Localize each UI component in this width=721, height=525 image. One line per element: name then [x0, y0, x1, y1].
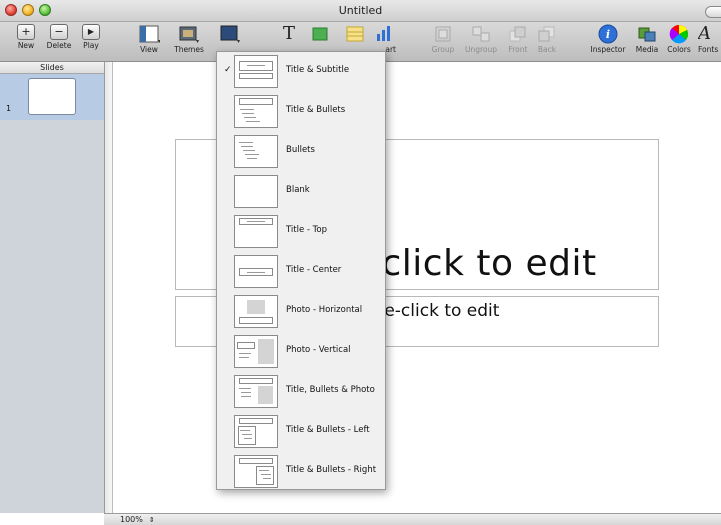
text-icon: T	[282, 23, 295, 44]
color-wheel-icon	[668, 24, 690, 44]
menu-item-bullets[interactable]: Bullets	[217, 132, 385, 172]
master-thumbnail	[234, 135, 278, 168]
table-icon	[344, 24, 366, 44]
themes-button[interactable]: ▾ Themes	[172, 24, 206, 54]
fonts-button[interactable]: A Fonts	[698, 24, 721, 54]
window-title: Untitled	[338, 4, 383, 17]
menu-item-photo-vertical[interactable]: Photo - Vertical	[217, 332, 385, 372]
back-button[interactable]: Back	[534, 24, 560, 54]
master-thumbnail	[234, 295, 278, 328]
inspector-button[interactable]: i Inspector	[588, 24, 628, 54]
new-button[interactable]: + New	[16, 24, 36, 50]
menu-item-photo-horizontal[interactable]: Photo - Horizontal	[217, 292, 385, 332]
master-thumbnail	[234, 95, 278, 128]
master-thumbnail	[234, 375, 278, 408]
status-bar: 100% ⇕	[104, 513, 721, 525]
front-button[interactable]: Front	[504, 24, 532, 54]
toolbar-toggle-button[interactable]	[705, 6, 721, 18]
checkmark-icon: ✓	[224, 65, 232, 75]
title-bar: Untitled	[0, 0, 721, 22]
menu-item-title-bullets-photo[interactable]: Title, Bullets & Photo	[217, 372, 385, 412]
ungroup-icon	[470, 24, 492, 44]
themes-icon: ▾	[178, 24, 200, 45]
colors-button[interactable]: Colors	[665, 24, 693, 54]
group-icon	[432, 24, 454, 44]
fonts-icon: A	[698, 24, 711, 44]
group-button[interactable]: Group	[428, 24, 458, 54]
menu-item-title-bullets-right[interactable]: Title & Bullets - Right	[217, 452, 385, 489]
master-thumbnail	[234, 415, 278, 448]
menu-item-blank[interactable]: Blank	[217, 172, 385, 212]
view-button[interactable]: ▾ View	[134, 24, 164, 54]
zoom-select[interactable]: 100% ⇕	[120, 515, 155, 524]
svg-text:i: i	[606, 28, 610, 41]
master-thumbnail	[234, 55, 278, 88]
plus-icon: +	[17, 24, 35, 40]
play-button[interactable]: ▶ Play	[80, 24, 102, 50]
minus-icon: −	[50, 24, 68, 40]
text-box-button[interactable]: T	[278, 24, 298, 44]
slide-thumbnail[interactable]	[28, 78, 76, 115]
media-icon	[636, 24, 658, 44]
stepper-icon: ⇕	[148, 516, 155, 524]
slide-number: 1	[6, 104, 12, 113]
slide-navigator: 1	[0, 74, 104, 513]
shapes-button[interactable]	[310, 24, 332, 44]
zoom-value: 100%	[120, 515, 143, 524]
masters-button[interactable]: ▾	[218, 24, 242, 45]
slides-header: Slides	[0, 62, 104, 74]
delete-button[interactable]: − Delete	[42, 24, 76, 50]
svg-text:▾: ▾	[158, 38, 160, 44]
svg-text:▾: ▾	[237, 38, 240, 44]
bring-front-icon	[507, 24, 529, 44]
ungroup-button[interactable]: Ungroup	[462, 24, 500, 54]
view-icon: ▾	[138, 24, 161, 45]
menu-item-title-top[interactable]: Title - Top	[217, 212, 385, 252]
master-thumbnail	[234, 455, 278, 488]
master-thumbnail	[234, 215, 278, 248]
master-thumbnail	[234, 175, 278, 208]
masters-icon: ▾	[219, 24, 241, 45]
master-slides-menu: ✓ Title & Subtitle Title & Bullets Bulle…	[216, 51, 386, 490]
menu-item-title-bullets[interactable]: Title & Bullets	[217, 92, 385, 132]
send-back-icon	[536, 24, 558, 44]
menu-item-title-center[interactable]: Title - Center	[217, 252, 385, 292]
chart-button[interactable]: art	[372, 24, 396, 54]
master-thumbnail	[234, 255, 278, 288]
svg-text:▾: ▾	[196, 38, 199, 44]
media-button[interactable]: Media	[634, 24, 660, 54]
info-icon: i	[597, 24, 619, 44]
play-icon: ▶	[82, 24, 100, 40]
master-thumbnail	[234, 335, 278, 368]
shapes-icon	[310, 24, 332, 44]
slide-list-item[interactable]: 1	[0, 74, 104, 120]
table-button[interactable]	[344, 24, 366, 44]
chart-icon	[373, 24, 395, 44]
menu-item-title-bullets-left[interactable]: Title & Bullets - Left	[217, 412, 385, 452]
menu-item-title-subtitle[interactable]: ✓ Title & Subtitle	[217, 52, 385, 92]
sidebar-splitter[interactable]	[104, 62, 113, 525]
